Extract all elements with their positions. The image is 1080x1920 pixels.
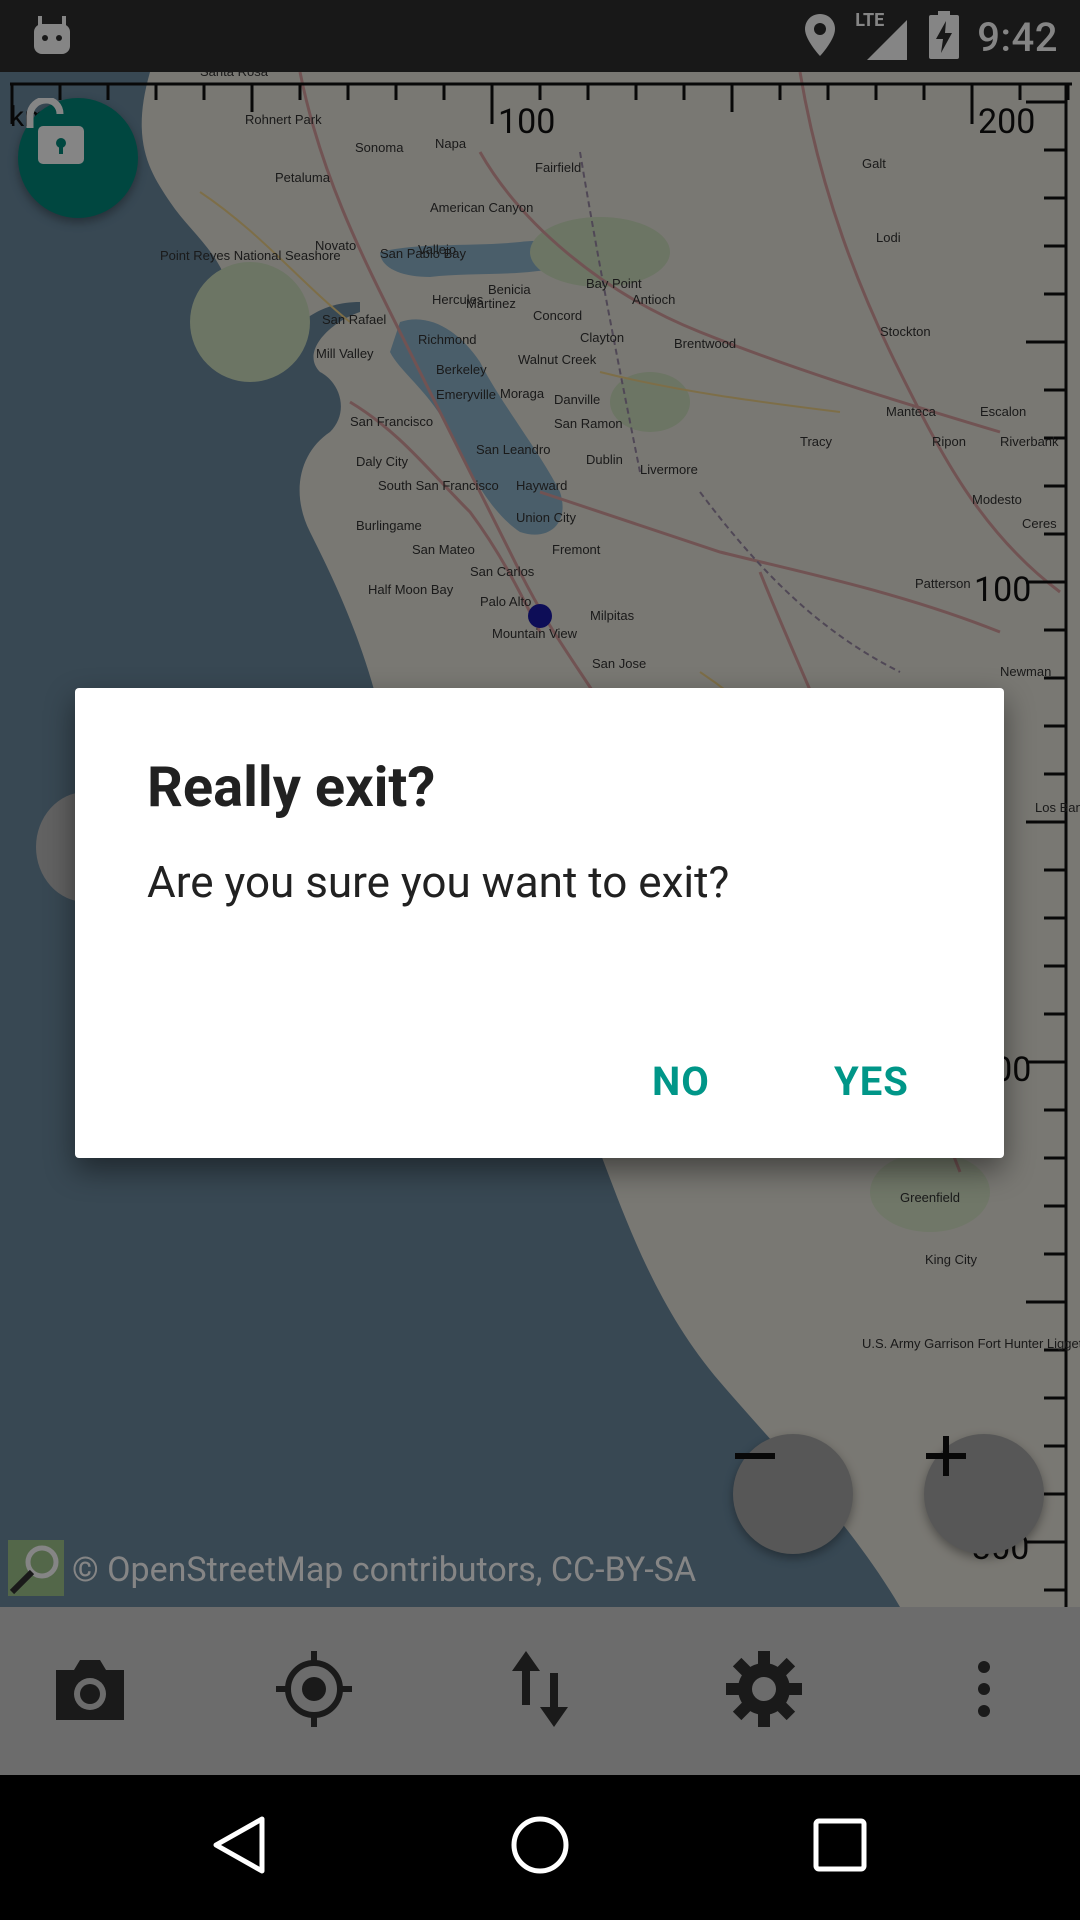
recents-button[interactable] bbox=[800, 1807, 880, 1887]
exit-confirm-dialog: Really exit? Are you sure you want to ex… bbox=[75, 688, 1004, 1158]
yes-button[interactable]: YES bbox=[820, 1050, 923, 1113]
no-button[interactable]: NO bbox=[638, 1050, 724, 1113]
home-button[interactable] bbox=[500, 1807, 580, 1887]
system-navigation-bar bbox=[0, 1775, 1080, 1920]
back-button[interactable] bbox=[200, 1807, 280, 1887]
dialog-title: Really exit? bbox=[147, 754, 436, 820]
dialog-message: Are you sure you want to exit? bbox=[147, 856, 730, 908]
recents-square-icon bbox=[812, 1817, 868, 1877]
back-triangle-icon bbox=[210, 1815, 270, 1879]
home-circle-icon bbox=[510, 1815, 570, 1879]
